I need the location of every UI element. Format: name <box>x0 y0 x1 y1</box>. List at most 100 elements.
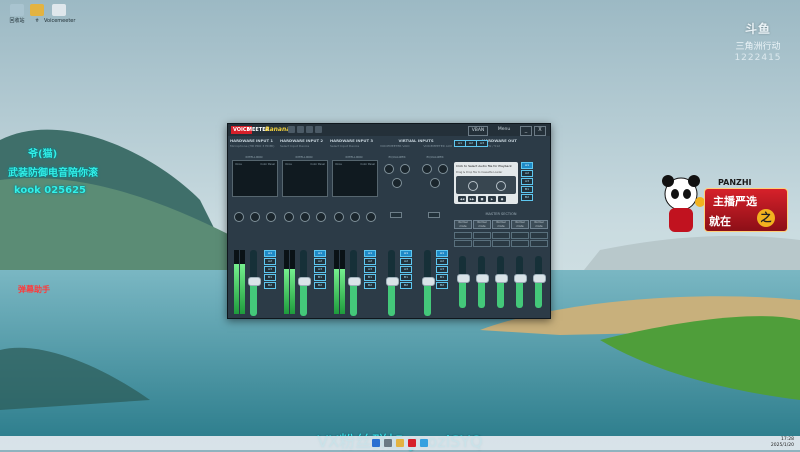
bus-b2-button[interactable]: B2 <box>436 282 448 289</box>
fader-handle[interactable] <box>422 276 435 286</box>
master-mini-button[interactable] <box>492 240 510 247</box>
bus-b1-button[interactable]: B1 <box>264 274 276 281</box>
system-clock[interactable]: 17:28 2025/1/20 <box>771 437 794 449</box>
bus-b1-button[interactable]: B1 <box>400 274 412 281</box>
master-mini-button[interactable] <box>473 240 491 247</box>
rewind-icon[interactable]: ◀◀ <box>458 196 466 202</box>
strip-device[interactable]: Select Input Device <box>280 144 328 148</box>
eq-treble-knob[interactable] <box>384 164 394 174</box>
help-icon[interactable] <box>306 126 313 133</box>
master-mode-button[interactable]: Normal mode <box>473 220 491 229</box>
fader-handle[interactable] <box>457 274 470 284</box>
gate-knob[interactable] <box>316 212 326 222</box>
gate-knob[interactable] <box>366 212 376 222</box>
gain-fader[interactable] <box>298 250 311 316</box>
master-mini-button[interactable] <box>454 232 472 239</box>
comp-knob[interactable] <box>334 212 344 222</box>
fader-handle[interactable] <box>514 274 527 284</box>
output-a1-button[interactable]: A1 <box>521 162 533 169</box>
eq-treble-knob[interactable] <box>438 164 448 174</box>
bus-a2-button[interactable]: A2 <box>436 258 448 265</box>
master-mini-button[interactable] <box>511 240 529 247</box>
gain-fader[interactable] <box>348 250 361 316</box>
out-a3-select[interactable]: A3 <box>476 140 488 147</box>
bus-a1-button[interactable]: A1 <box>264 250 276 257</box>
bus-b1-button[interactable]: B1 <box>314 274 326 281</box>
bus-a2-button[interactable]: A2 <box>364 258 376 265</box>
eq-mid-knob[interactable] <box>430 178 440 188</box>
mono-button[interactable] <box>428 212 440 218</box>
gate-knob[interactable] <box>266 212 276 222</box>
master-mini-button[interactable] <box>473 232 491 239</box>
record-dot-icon[interactable]: ● <box>498 196 506 202</box>
bus-a3-button[interactable]: A3 <box>264 266 276 273</box>
audibility-knob[interactable] <box>300 212 310 222</box>
bus-a1-button[interactable]: A1 <box>364 250 376 257</box>
master-fader[interactable] <box>533 256 546 308</box>
voicemeeter-taskbar-icon[interactable] <box>408 439 416 447</box>
master-mode-button[interactable]: Normal mode <box>454 220 472 229</box>
master-mode-button[interactable]: Normal mode <box>511 220 529 229</box>
bus-a1-button[interactable]: A1 <box>400 250 412 257</box>
info-icon[interactable] <box>315 126 322 133</box>
intellipan-pad[interactable]: Voice Color Panel <box>282 160 328 197</box>
comp-knob[interactable] <box>234 212 244 222</box>
master-fader[interactable] <box>514 256 527 308</box>
cassette-player[interactable]: Click to Select Audio file for Playback … <box>454 162 518 204</box>
voicemeeter-titlebar[interactable]: VOICE MEETER Banana VBAN Menu _ X <box>228 124 550 136</box>
comp-knob[interactable] <box>284 212 294 222</box>
master-mini-button[interactable] <box>511 232 529 239</box>
bus-b2-button[interactable]: B2 <box>364 282 376 289</box>
bus-a2-button[interactable]: A2 <box>314 258 326 265</box>
strip-device[interactable]: Microphone (HD PRO 3 HDMI) <box>230 144 278 148</box>
output-a3-button[interactable]: A3 <box>521 178 533 185</box>
menu-button[interactable]: Menu <box>494 126 514 134</box>
bus-a2-button[interactable]: A2 <box>264 258 276 265</box>
forward-icon[interactable]: ▶▶ <box>468 196 476 202</box>
bus-a3-button[interactable]: A3 <box>314 266 326 273</box>
bus-b2-button[interactable]: B2 <box>400 282 412 289</box>
browser-icon[interactable] <box>420 439 428 447</box>
settings-icon[interactable] <box>297 126 304 133</box>
output-b2-button[interactable]: B2 <box>521 194 533 201</box>
bus-b1-button[interactable]: B1 <box>436 274 448 281</box>
bus-b1-button[interactable]: B1 <box>364 274 376 281</box>
bus-a3-button[interactable]: A3 <box>400 266 412 273</box>
audibility-knob[interactable] <box>250 212 260 222</box>
master-mini-button[interactable] <box>530 232 548 239</box>
master-mini-button[interactable] <box>492 232 510 239</box>
virtual-gain-fader-2[interactable] <box>422 250 435 316</box>
fader-handle[interactable] <box>386 276 399 286</box>
start-icon[interactable] <box>372 439 380 447</box>
explorer-icon[interactable] <box>396 439 404 447</box>
eq-treble-knob[interactable] <box>400 164 410 174</box>
search-icon[interactable] <box>384 439 392 447</box>
fader-handle[interactable] <box>533 274 546 284</box>
fader-handle[interactable] <box>298 276 311 286</box>
output-a2-button[interactable]: A2 <box>521 170 533 177</box>
master-fader[interactable] <box>495 256 508 308</box>
eq-mid-knob[interactable] <box>392 178 402 188</box>
fader-handle[interactable] <box>495 274 508 284</box>
master-mode-button[interactable]: Normal mode <box>492 220 510 229</box>
output-b1-button[interactable]: B1 <box>521 186 533 193</box>
master-mini-button[interactable] <box>530 240 548 247</box>
record-icon[interactable] <box>288 126 295 133</box>
bus-a1-button[interactable]: A1 <box>314 250 326 257</box>
bus-a1-button[interactable]: A1 <box>436 250 448 257</box>
intellipan-pad[interactable]: Voice Color Panel <box>232 160 278 197</box>
virtual-gain-fader-1[interactable] <box>386 250 399 316</box>
fader-handle[interactable] <box>476 274 489 284</box>
fader-handle[interactable] <box>348 276 361 286</box>
fader-handle[interactable] <box>248 276 261 286</box>
bus-b2-button[interactable]: B2 <box>264 282 276 289</box>
bus-a3-button[interactable]: A3 <box>364 266 376 273</box>
gain-fader[interactable] <box>248 250 261 316</box>
close-button[interactable]: X <box>534 126 546 136</box>
stop-icon[interactable]: ■ <box>478 196 486 202</box>
master-mode-button[interactable]: Normal mode <box>530 220 548 229</box>
play-icon[interactable]: ▶ <box>488 196 496 202</box>
master-fader[interactable] <box>476 256 489 308</box>
intellipan-pad[interactable]: Voice Color Panel <box>332 160 378 197</box>
mono-button[interactable] <box>390 212 402 218</box>
